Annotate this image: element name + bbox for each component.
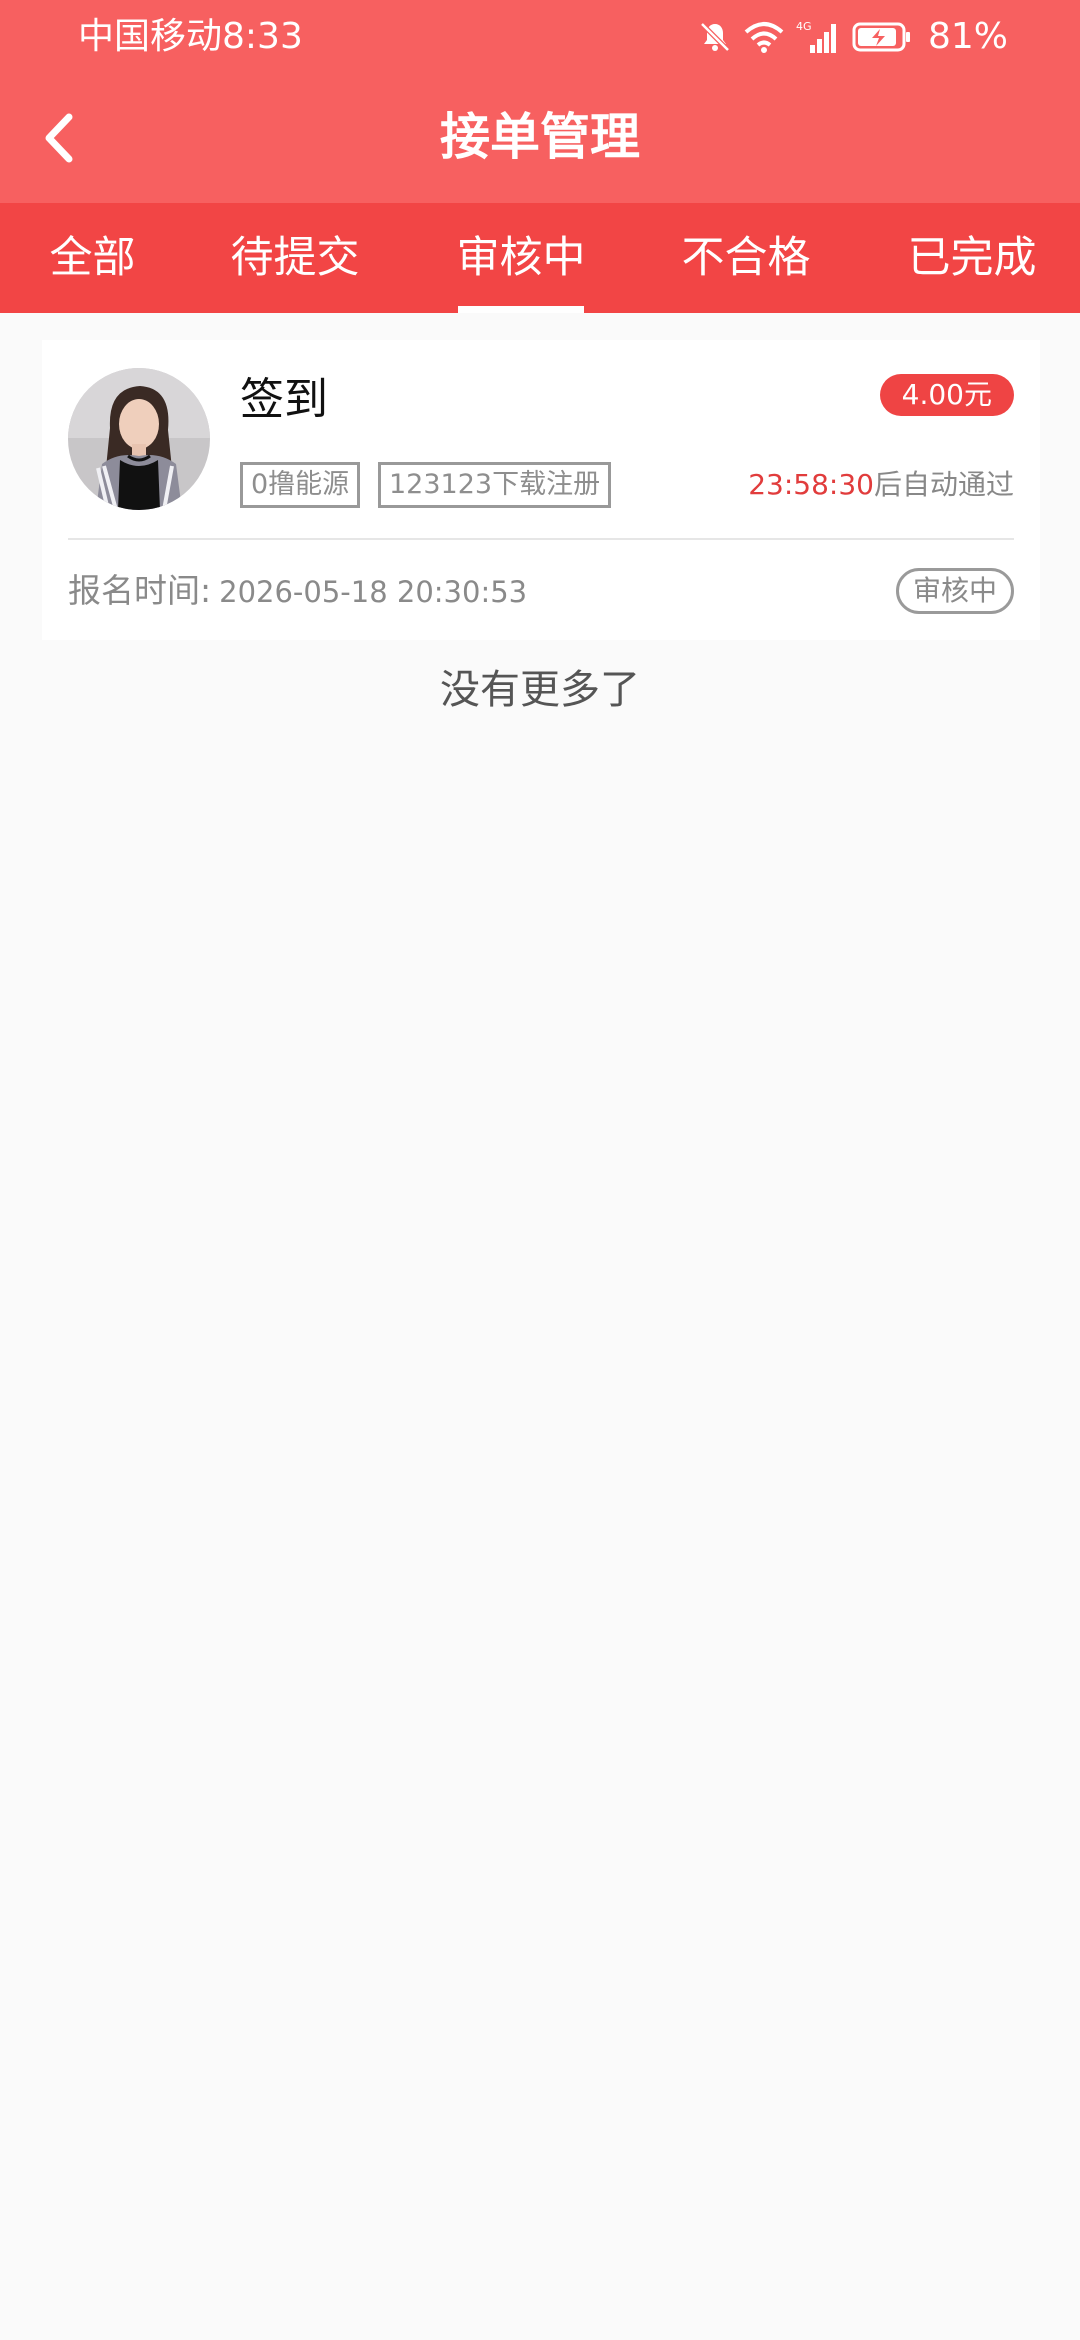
status-tabs: 全部 待提交 审核中 不合格 已完成 — [0, 203, 1080, 313]
avatar — [68, 368, 210, 510]
tab-all[interactable]: 全部 — [20, 203, 165, 313]
signup-time: 2026-05-18 20:30:53 — [219, 575, 528, 609]
signup-label: 报名时间: — [68, 571, 212, 610]
clock: 8:33 — [222, 16, 303, 57]
signup-time-row: 报名时间: 2026-05-18 20:30:53 — [68, 568, 527, 614]
tab-under-review[interactable]: 审核中 — [438, 203, 604, 313]
battery-charging-icon — [852, 22, 910, 52]
wifi-icon — [744, 22, 784, 53]
page-title: 接单管理 — [440, 108, 640, 166]
carrier-time: 中国移动8:33 — [78, 12, 303, 62]
status-icons: 4G 81% — [698, 12, 1008, 62]
battery-percent: 81% — [927, 16, 1008, 57]
svg-text:4G: 4G — [796, 20, 812, 33]
order-card[interactable]: 签到 4.00元 0撸能源 123123下载注册 23:58:30后自动通过 报… — [42, 340, 1040, 640]
app-header: 中国移动8:33 4G 81% 接单管理 — [0, 0, 1080, 203]
tab-selected-indicator — [458, 306, 584, 313]
tag-source: 0撸能源 — [240, 462, 361, 508]
signal-4g-icon: 4G — [796, 20, 836, 53]
auto-approve-countdown: 23:58:30后自动通过 — [748, 462, 1014, 508]
countdown-suffix: 后自动通过 — [873, 468, 1014, 501]
tab-rejected[interactable]: 不合格 — [666, 203, 826, 313]
status-badge: 审核中 — [895, 568, 1014, 614]
tab-pending-submit[interactable]: 待提交 — [215, 203, 375, 313]
carrier-name: 中国移动 — [78, 16, 223, 57]
title-bar: 接单管理 — [0, 90, 1080, 185]
status-bar: 中国移动8:33 4G 81% — [0, 0, 1080, 75]
countdown-time: 23:58:30 — [748, 468, 874, 501]
price-badge: 4.00元 — [879, 374, 1014, 416]
tab-completed[interactable]: 已完成 — [892, 203, 1052, 313]
tag-task-type: 123123下载注册 — [378, 462, 612, 508]
card-divider — [68, 538, 1014, 540]
task-title: 签到 — [240, 374, 328, 425]
no-more-text: 没有更多了 — [440, 667, 640, 713]
bell-muted-icon — [700, 22, 730, 52]
